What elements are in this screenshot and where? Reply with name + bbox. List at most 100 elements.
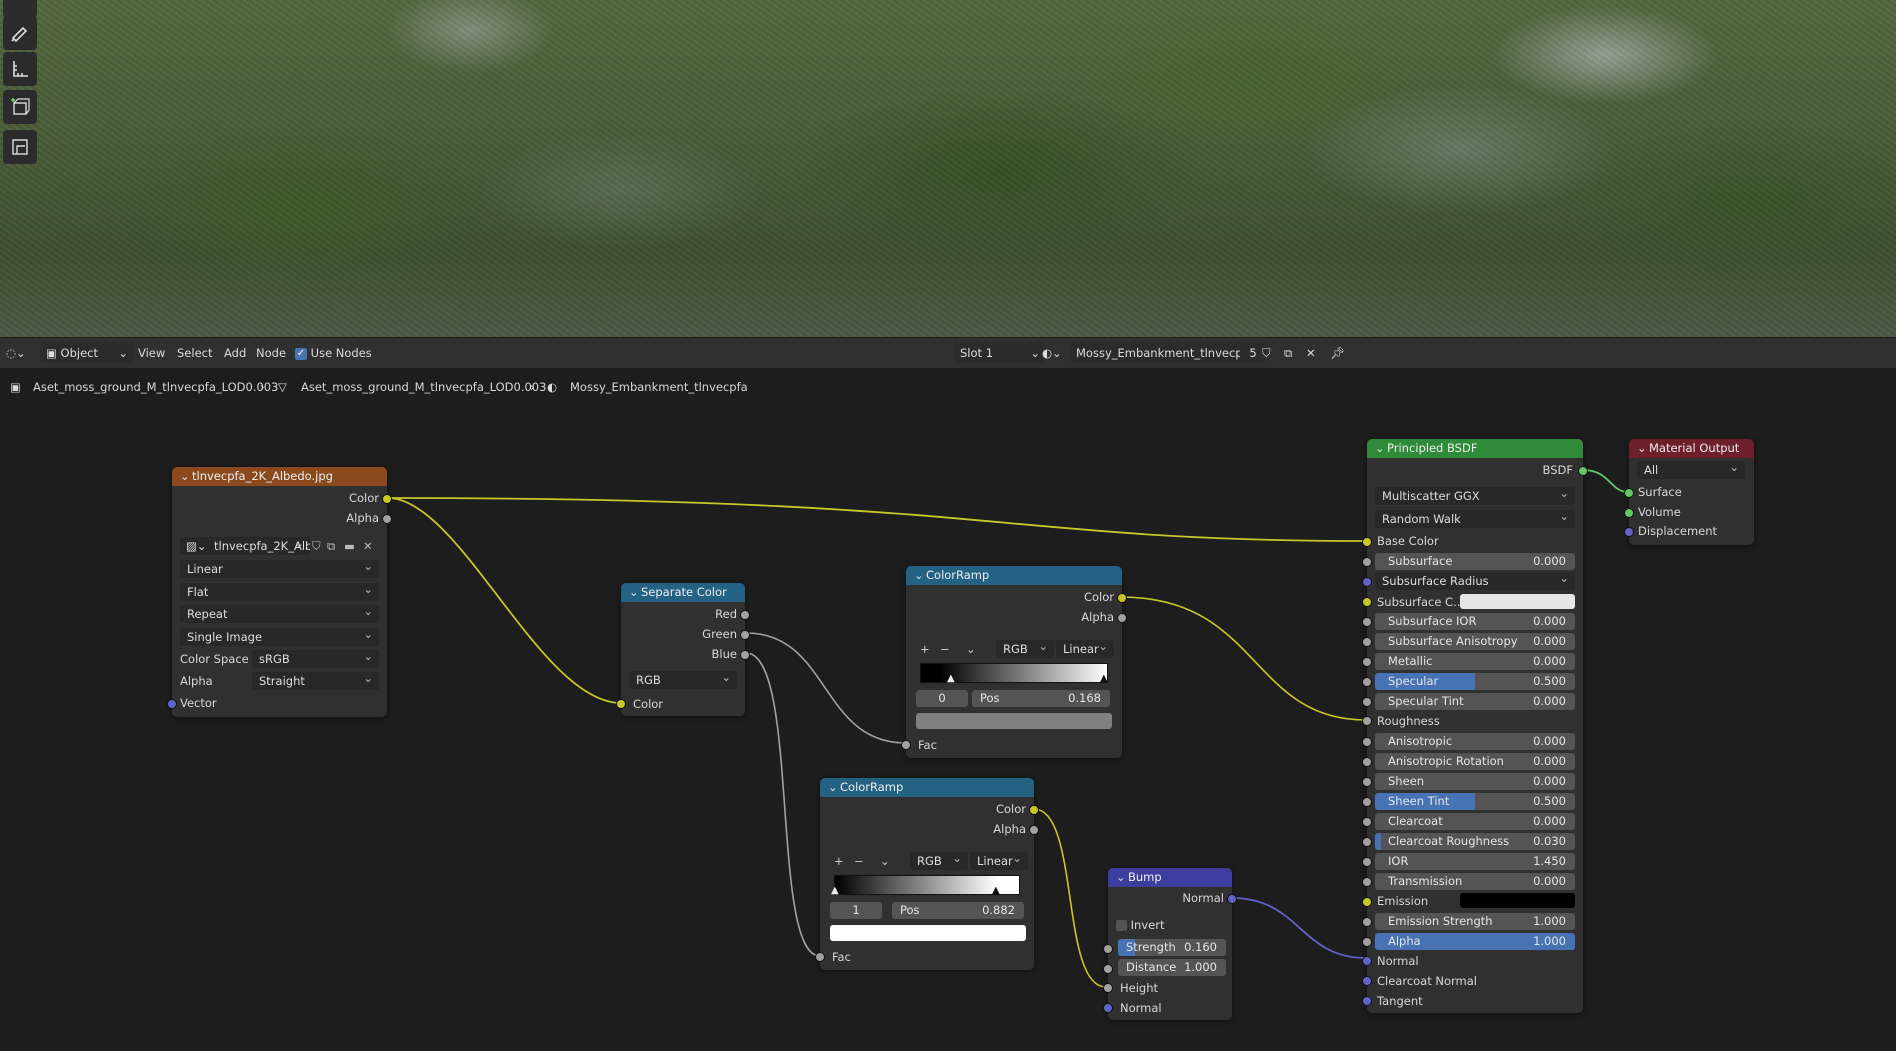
fake-user-shield-icon[interactable]: ⛉ [1262,343,1271,363]
material-browse-icon[interactable]: ◐⌄ [1042,343,1062,363]
ramp-stop-white[interactable]: ▲ [1100,673,1108,684]
ramp-pos-field[interactable]: Pos 0.882 [892,902,1024,919]
separate-color-node-header[interactable]: ⌄ Separate Color [621,583,745,602]
image-texture-node-header[interactable]: ⌄ tlnvecpfa_2K_Albedo.jpg [172,467,387,486]
output-green-socket[interactable] [740,630,750,640]
input-alpha-socket[interactable] [1362,937,1372,947]
image-fake-user-icon[interactable]: ⛉ [312,539,321,554]
output-bsdf-socket[interactable] [1578,466,1588,476]
input-displacement-socket[interactable] [1624,527,1634,537]
image-unlink-icon[interactable]: ✕ [363,539,373,553]
menu-select[interactable]: Select [177,343,212,363]
alpha-mode-dropdown[interactable]: Straight [252,672,379,690]
subsurface-method-dropdown[interactable]: Random Walk [1375,510,1575,528]
remove-stop-icon[interactable]: − [940,640,950,658]
subsurface-color-swatch[interactable] [1460,594,1575,609]
ior-field[interactable]: IOR 1.450 [1375,853,1575,870]
source-dropdown[interactable]: Single Image [180,628,379,646]
colorramp-node-1[interactable]: ⌄ColorRamp Color Alpha + − ⌄ RGB Linear … [901,566,1127,758]
subsurface-field[interactable]: Subsurface 0.000 [1375,553,1575,570]
separate-mode-dropdown[interactable]: RGB [629,671,737,689]
measure-tool-icon[interactable] [3,52,37,86]
ramp-stop-black[interactable]: ▲ [947,673,955,684]
interpolation-dropdown[interactable]: Linear [180,560,379,578]
unlink-close-icon[interactable]: ✕ [1306,343,1316,363]
object-mode-dropdown[interactable]: ▣ Object ⌄ [40,343,134,363]
extension-dropdown[interactable]: Repeat [180,605,379,623]
emission-strength-field[interactable]: Emission Strength 1.000 [1375,913,1575,930]
menu-add[interactable]: Add [224,343,246,363]
input-subsurface-anisotropy-socket[interactable] [1362,637,1372,647]
input-tangent-socket[interactable] [1362,996,1372,1006]
colorramp-1-header[interactable]: ⌄ ColorRamp [906,566,1122,585]
emission-color-swatch[interactable] [1460,893,1575,908]
bump-node-header[interactable]: ⌄ Bump [1108,868,1232,887]
output-color-socket[interactable] [1117,593,1127,603]
anisotropic-rotation-field[interactable]: Anisotropic Rotation 0.000 [1375,753,1575,770]
material-output-node[interactable]: ⌄Material Output All Surface Volume Disp… [1624,439,1754,545]
duplicate-material-icon[interactable]: ⧉ [1284,343,1292,363]
output-normal-socket[interactable] [1227,894,1237,904]
material-name-field[interactable]: Mossy_Embankment_tlnvecpfa [1070,343,1254,363]
ramp-stop-white[interactable]: ▲ [992,885,1000,896]
ramp-menu-chevron-icon[interactable]: ⌄ [966,640,976,658]
ramp-interpolation-dropdown[interactable]: Linear [1056,640,1114,658]
menu-node[interactable]: Node [256,343,286,363]
ramp-stop-color-swatch[interactable] [830,925,1026,941]
input-normal-socket[interactable] [1362,956,1372,966]
specular-field[interactable]: Specular 0.500 [1375,673,1575,690]
sheen-tint-field[interactable]: Sheen Tint 0.500 [1375,793,1575,810]
ramp-menu-chevron-icon[interactable]: ⌄ [880,852,890,870]
colorramp-2-header[interactable]: ⌄ ColorRamp [820,778,1034,797]
input-clearcoat-socket[interactable] [1362,817,1372,827]
output-red-socket[interactable] [740,610,750,620]
editor-type-icon[interactable]: ◌⌄ [6,343,26,363]
input-anisotropic-socket[interactable] [1362,737,1372,747]
input-base-color-socket[interactable] [1362,537,1372,547]
input-anisotropic-rotation-socket[interactable] [1362,757,1372,767]
clearcoat-field[interactable]: Clearcoat 0.000 [1375,813,1575,830]
menu-view[interactable]: View [138,343,165,363]
input-emission-strength-socket[interactable] [1362,917,1372,927]
input-subsurface-ior-socket[interactable] [1362,617,1372,627]
distribution-dropdown[interactable]: Multiscatter GGX [1375,487,1575,505]
add-cube-tool-icon[interactable] [3,90,37,124]
anisotropic-field[interactable]: Anisotropic 0.000 [1375,733,1575,750]
alpha-field[interactable]: Alpha 1.000 [1375,933,1575,950]
input-normal-socket[interactable] [1103,1003,1113,1013]
clearcoat-roughness-field[interactable]: Clearcoat Roughness 0.030 [1375,833,1575,850]
pin-icon[interactable]: 📌︎ [1330,343,1345,363]
output-blue-socket[interactable] [740,650,750,660]
ramp-stop-index[interactable]: 0 [916,690,968,707]
specular-tint-field[interactable]: Specular Tint 0.000 [1375,693,1575,710]
remove-stop-icon[interactable]: − [854,852,864,870]
colorramp-node-2[interactable]: ⌄ColorRamp Color Alpha + − ⌄ RGB Linear … [815,778,1039,970]
input-emission-socket[interactable] [1362,897,1372,907]
input-distance-socket[interactable] [1103,964,1113,974]
input-fac-socket[interactable] [815,952,825,962]
input-volume-socket[interactable] [1624,508,1634,518]
input-sheen-tint-socket[interactable] [1362,797,1372,807]
subsurface-anisotropy-field[interactable]: Subsurface Anisotropy 0.000 [1375,633,1575,650]
principled-bsdf-node[interactable]: ⌄Principled BSDF BSDF Multiscatter GGX R… [1362,439,1588,1013]
ramp-pos-field[interactable]: Pos 0.168 [972,690,1110,707]
subsurface-ior-field[interactable]: Subsurface IOR 0.000 [1375,613,1575,630]
subsurface-radius-dropdown[interactable]: Subsurface Radius [1375,572,1575,590]
sheen-field[interactable]: Sheen 0.000 [1375,773,1575,790]
ramp-color-mode-dropdown[interactable]: RGB [910,852,968,870]
separate-color-node[interactable]: ⌄Separate Color Red Green Blue RGB Color [616,583,750,716]
input-specular-socket[interactable] [1362,677,1372,687]
invert-toggle[interactable]: Invert [1116,916,1164,934]
3d-viewport[interactable] [0,0,1896,337]
input-subsurface-radius-socket[interactable] [1362,577,1372,587]
output-color-socket[interactable] [1029,805,1039,815]
image-open-folder-icon[interactable]: ▬ [344,539,355,553]
output-alpha-socket[interactable] [1029,825,1039,835]
ramp-interpolation-dropdown[interactable]: Linear [970,852,1028,870]
input-height-socket[interactable] [1103,983,1113,993]
input-fac-socket[interactable] [901,740,911,750]
ramp-color-mode-dropdown[interactable]: RGB [996,640,1054,658]
invert-checkbox[interactable] [1116,920,1127,931]
bump-node[interactable]: ⌄ Bump Normal Invert Strength 0.160 Distan… [1103,868,1237,1020]
output-alpha-socket[interactable] [1117,613,1127,623]
